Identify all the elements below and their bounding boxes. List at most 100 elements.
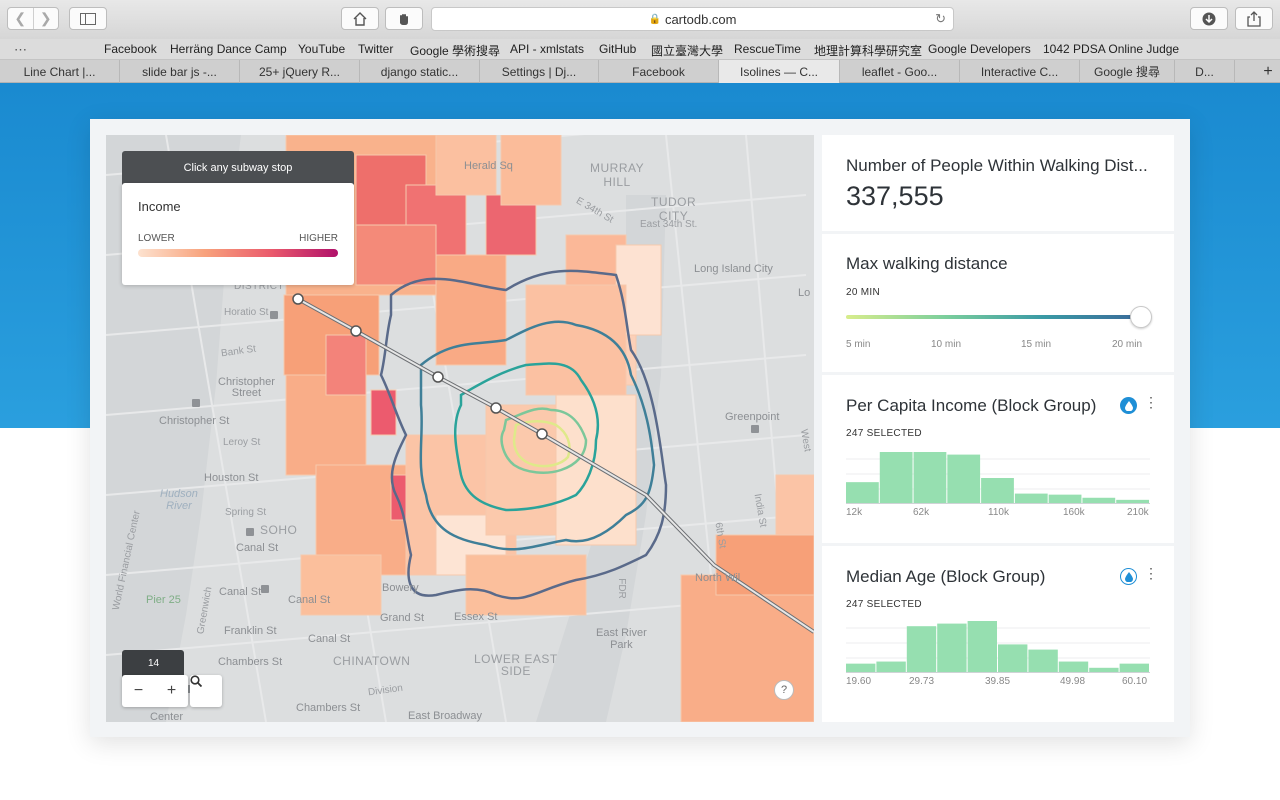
- zoom-out-button[interactable]: −: [122, 675, 155, 707]
- histogram-tick: 19.60: [846, 676, 872, 687]
- histogram-bar[interactable]: [947, 454, 981, 504]
- help-button[interactable]: ?: [774, 680, 794, 700]
- browser-tab[interactable]: 25+ jQuery R...: [240, 60, 360, 83]
- walking-slider-track[interactable]: [846, 315, 1141, 319]
- histogram-bar[interactable]: [879, 452, 913, 504]
- map-label: SOHO: [260, 523, 298, 537]
- map-label: Bowery: [382, 582, 419, 594]
- legend-low-label: LOWER: [138, 233, 175, 244]
- histogram-bar[interactable]: [998, 644, 1028, 673]
- tab-bar: Line Chart |... slide bar js -... 25+ jQ…: [0, 60, 1280, 83]
- forward-icon[interactable]: ❯: [32, 8, 59, 29]
- histogram-bar[interactable]: [1048, 494, 1082, 504]
- histogram-bar[interactable]: [846, 663, 876, 673]
- widget-title: Max walking distance: [846, 254, 1008, 273]
- browser-tab[interactable]: Facebook: [599, 60, 719, 83]
- browser-tab[interactable]: slide bar js -...: [120, 60, 240, 83]
- widget-income: Per Capita Income (Block Group) ⋮ 247 SE…: [822, 375, 1174, 543]
- map-label: Greenpoint: [725, 411, 780, 423]
- share-icon: [1247, 10, 1261, 27]
- browser-tab[interactable]: Google 搜尋: [1080, 60, 1175, 83]
- subway-stop[interactable]: [292, 293, 304, 305]
- address-bar[interactable]: 🔒 cartodb.com ↻: [431, 7, 954, 31]
- zoom-level-value: 14: [148, 658, 160, 669]
- bookmark-item[interactable]: 地理計算科學研究室: [814, 42, 922, 59]
- color-by-icon[interactable]: [1120, 568, 1137, 585]
- people-count: 337,555: [846, 181, 944, 211]
- histogram-tick: 12k: [846, 507, 863, 518]
- histogram-bar[interactable]: [1058, 661, 1089, 673]
- subway-stop[interactable]: [350, 325, 362, 337]
- new-tab-icon[interactable]: +: [1256, 60, 1280, 83]
- browser-tab[interactable]: django static...: [360, 60, 480, 83]
- walking-slider-handle[interactable]: [1130, 306, 1152, 328]
- walking-value-label: 20 MIN: [846, 287, 881, 298]
- back-icon[interactable]: ❮: [8, 8, 33, 29]
- widget-title: Per Capita Income (Block Group): [846, 396, 1097, 415]
- map-search-button[interactable]: [190, 675, 222, 707]
- legend-title: Income: [138, 199, 181, 214]
- subway-stop[interactable]: [432, 371, 444, 383]
- downloads-button[interactable]: [1190, 7, 1228, 30]
- map-label: Essex St: [454, 611, 498, 623]
- bookmark-item[interactable]: API - xmlstats: [510, 42, 584, 56]
- browser-tab[interactable]: Interactive C...: [960, 60, 1080, 83]
- histogram-bar[interactable]: [937, 623, 967, 673]
- home-button[interactable]: [341, 7, 379, 30]
- browser-tab[interactable]: D...: [1175, 60, 1235, 83]
- sidebar-toggle-button[interactable]: [69, 7, 107, 30]
- bookmark-item[interactable]: Herräng Dance Camp: [170, 42, 287, 56]
- map-view[interactable]: Herald Sq MURRAY HILL TUDOR CITY E 34th …: [106, 135, 814, 722]
- bookmark-item[interactable]: Twitter: [358, 42, 393, 56]
- map-label: FDR: [615, 578, 627, 599]
- browser-tab[interactable]: leaflet - Goo...: [840, 60, 960, 83]
- map-label: Canal St: [308, 633, 351, 645]
- bookmarks-bar: ⋯ Facebook Herräng Dance Camp YouTube Tw…: [0, 39, 1280, 60]
- histogram-bar[interactable]: [1014, 493, 1048, 504]
- bookmark-item[interactable]: 1042 PDSA Online Judge: [1043, 42, 1179, 56]
- histogram-tick: 62k: [913, 507, 930, 518]
- histogram-tick: 160k: [1063, 507, 1085, 518]
- bookmark-item[interactable]: YouTube: [298, 42, 345, 56]
- map-label: East Broadway: [408, 710, 482, 722]
- subway-stop[interactable]: [490, 402, 502, 414]
- bookmark-item[interactable]: Google 學術搜尋: [410, 42, 500, 59]
- bookmark-item[interactable]: GitHub: [599, 42, 636, 56]
- bookmark-item[interactable]: RescueTime: [734, 42, 801, 56]
- histogram-bar[interactable]: [967, 621, 997, 673]
- extension-button[interactable]: [385, 7, 423, 30]
- share-button[interactable]: [1235, 7, 1273, 30]
- widget-title: Median Age (Block Group): [846, 567, 1046, 586]
- histogram-bar[interactable]: [906, 626, 937, 673]
- map-label: MURRAY HILL: [590, 161, 645, 189]
- browser-tab[interactable]: Line Chart |...: [0, 60, 120, 83]
- income-histogram[interactable]: [846, 444, 1150, 504]
- bookmark-item[interactable]: 國立臺灣大學: [651, 42, 723, 59]
- subway-stop-selected[interactable]: [536, 428, 548, 440]
- histogram-bar[interactable]: [876, 661, 906, 673]
- histogram-bar[interactable]: [913, 452, 947, 504]
- widget-menu-icon[interactable]: ⋮: [1144, 395, 1158, 409]
- histogram-bar[interactable]: [846, 482, 879, 504]
- widget-age: Median Age (Block Group) ⋮ 247 SELECTED …: [822, 546, 1174, 722]
- bookmark-item[interactable]: Facebook: [104, 42, 157, 56]
- hand-icon: [400, 13, 408, 25]
- map-label: Lo: [798, 287, 811, 299]
- histogram-bar[interactable]: [1119, 663, 1149, 673]
- bookmark-item[interactable]: Google Developers: [928, 42, 1031, 56]
- histogram-bar[interactable]: [1028, 649, 1058, 673]
- zoom-in-button[interactable]: +: [155, 675, 188, 707]
- histogram-tick: 110k: [988, 507, 1009, 518]
- color-by-icon[interactable]: [1120, 397, 1137, 414]
- widget-menu-icon[interactable]: ⋮: [1144, 566, 1158, 580]
- map-label: Canal St: [219, 586, 262, 598]
- reload-icon[interactable]: ↻: [935, 11, 946, 27]
- histogram-bar[interactable]: [981, 478, 1014, 504]
- browser-tab-active[interactable]: Isolines — C...: [719, 60, 840, 83]
- map-label: North Wil: [695, 572, 741, 584]
- slider-tick: 5 min: [846, 339, 871, 350]
- age-histogram[interactable]: [846, 613, 1150, 673]
- apps-grid-icon[interactable]: ⋯: [14, 42, 27, 58]
- map-label: Leroy St: [223, 437, 261, 448]
- browser-tab[interactable]: Settings | Dj...: [480, 60, 599, 83]
